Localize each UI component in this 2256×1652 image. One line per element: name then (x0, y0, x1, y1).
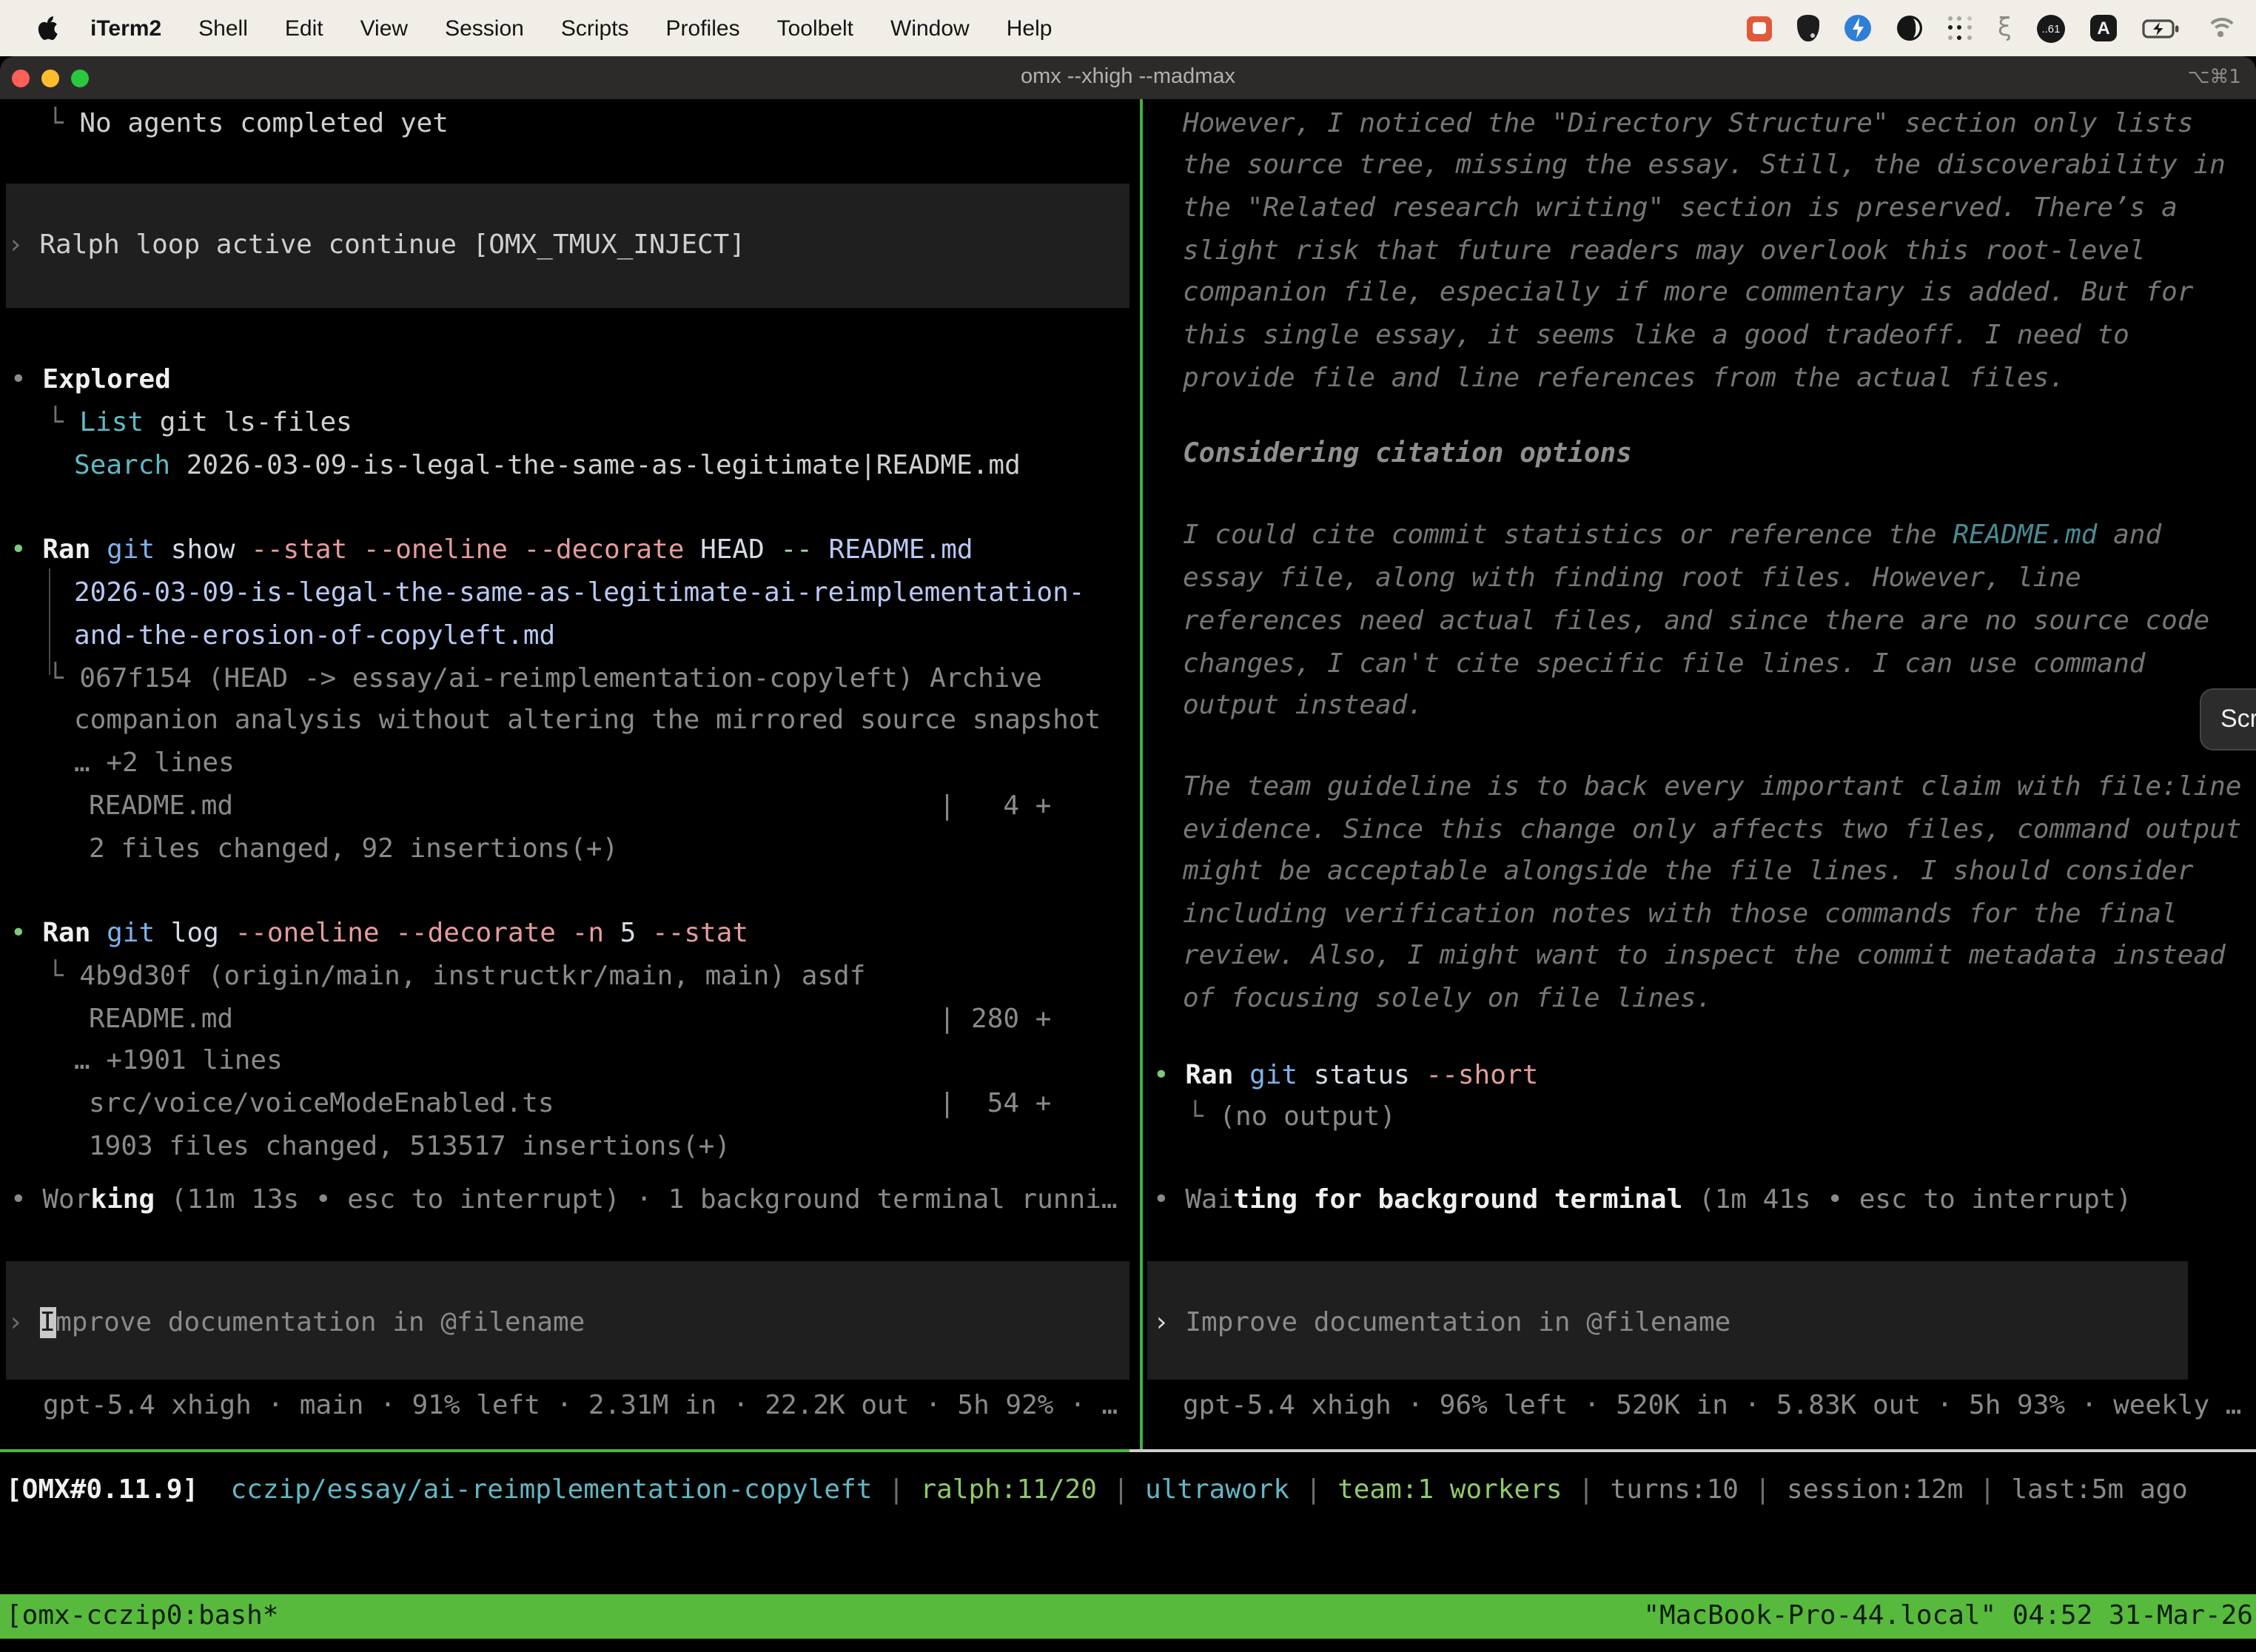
lightning-icon[interactable] (1844, 15, 1870, 41)
menu-bar: iTerm2 Shell Edit View Session Scripts P… (0, 0, 2256, 56)
diffstat-summary: 1903 files changed, 513517 insertions(+) (89, 1129, 731, 1165)
terminal-line: … +2 lines (74, 746, 235, 782)
ran-command-line: • Ran git status --short (1153, 1058, 1538, 1094)
terminal-line: Search 2026-03-09-is-legal-the-same-as-l… (74, 449, 1021, 484)
thinking-text: this single essay, it seems like a good … (1183, 318, 2129, 354)
pane-separator-left (0, 1449, 1129, 1452)
thinking-text: slight risk that future readers may over… (1183, 234, 2145, 269)
menu-item-toolbelt[interactable]: Toolbelt (777, 16, 853, 41)
thinking-text: changes, I can't cite specific file line… (1183, 647, 2145, 682)
squiggle-icon[interactable]: ξ (1998, 13, 2012, 43)
diffstat-line: src/voice/voiceModeEnabled.ts | 54 + (89, 1087, 1051, 1122)
tmux-host-clock: "MacBook-Pro-44.local" 04:52 31-Mar-26 (1643, 1594, 2253, 1639)
terminal-line: └ List git ls-files (47, 406, 352, 441)
shield-icon[interactable] (1796, 15, 1819, 41)
session-status-left: gpt-5.4 xhigh · main · 91% left · 2.31M … (43, 1389, 1118, 1424)
ran-command-line: • Ran git show --stat --oneline --decora… (10, 533, 973, 568)
terminal-line: and-the-erosion-of-copyleft.md (74, 619, 555, 654)
session-status-right: gpt-5.4 xhigh · 96% left · 520K in · 5.8… (1183, 1389, 2242, 1424)
terminal-line: └ 4b9d30f (origin/main, instructkr/main,… (47, 959, 865, 995)
menu-item-window[interactable]: Window (890, 16, 970, 41)
menu-status-icons: ξ ..61 A (1746, 13, 2235, 43)
waiting-status: • Waiting for background terminal (1m 41… (1153, 1183, 2132, 1218)
chat-icon[interactable] (1746, 16, 1771, 41)
thinking-heading: Considering citation options (1183, 437, 1632, 472)
thinking-text: including verification notes with those … (1183, 897, 2178, 933)
working-status: • Working (11m 13s • esc to interrupt) ·… (10, 1183, 1118, 1218)
menu-item-view[interactable]: View (360, 16, 409, 41)
menu-item-scripts[interactable]: Scripts (561, 16, 629, 41)
badge-61-icon[interactable]: ..61 (2037, 14, 2065, 42)
menu-item-profiles[interactable]: Profiles (666, 16, 740, 41)
window-title: omx --xhigh --madmax (0, 56, 2256, 99)
diffstat-line: README.md | 280 + (89, 1002, 1051, 1038)
wifi-icon[interactable] (2206, 17, 2235, 39)
thinking-text: However, I noticed the "Directory Struct… (1183, 107, 2193, 142)
thinking-text: essay file, along with finding root file… (1183, 561, 2081, 597)
pie-icon[interactable] (1896, 15, 1922, 41)
menu-items: iTerm2 Shell Edit View Session Scripts P… (90, 16, 1052, 41)
menu-item-iterm2[interactable]: iTerm2 (90, 16, 161, 41)
terminal-line: └ (no output) (1187, 1100, 1396, 1135)
title-bar[interactable]: omx --xhigh --madmax ⌥⌘1 (0, 56, 2256, 99)
thinking-text: I could cite commit statistics or refere… (1183, 518, 2161, 554)
terminal-line: companion analysis without altering the … (74, 703, 1101, 739)
menu-item-help[interactable]: Help (1007, 16, 1053, 41)
tmux-session-label: [omx-cczip0:bash* (6, 1594, 278, 1639)
ran-command-line: • Ran git log --oneline --decorate -n 5 … (10, 916, 748, 952)
thinking-text: of focusing solely on file lines. (1183, 981, 1712, 1017)
diffstat-line: README.md | 4 + (89, 789, 1051, 825)
thinking-text: the source tree, missing the essay. Stil… (1183, 148, 2226, 184)
terminal-line: └ 067f154 (HEAD -> essay/ai-reimplementa… (47, 662, 1042, 697)
terminal-line: 2026-03-09-is-legal-the-same-as-legitima… (74, 576, 1084, 611)
ralph-loop-status: › Ralph loop active continue [OMX_TMUX_I… (7, 228, 745, 263)
thinking-text: output instead. (1183, 688, 1423, 724)
thinking-text: review. Also, I might want to inspect th… (1183, 939, 2226, 974)
explored-header: • Explored (10, 363, 171, 398)
pane-divider[interactable] (1140, 99, 1143, 1449)
omx-status-line: [OMX#0.11.9] cczip/essay/ai-reimplementa… (6, 1473, 2188, 1508)
thinking-text: references need actual files, and since … (1183, 604, 2209, 639)
diffstat-summary: 2 files changed, 92 insertions(+) (89, 832, 618, 867)
tmux-status-bar: [omx-cczip0:bash* "MacBook-Pro-44.local"… (0, 1594, 2256, 1639)
terminal-line: └ No agents completed yet (47, 107, 449, 142)
menu-item-session[interactable]: Session (445, 16, 524, 41)
thinking-text: The team guideline is to back every impo… (1183, 770, 2242, 805)
terminal-line: … +1901 lines (74, 1044, 283, 1079)
desktop: iTerm2 Shell Edit View Session Scripts P… (0, 0, 2256, 1652)
thinking-text: the "Related research writing" section i… (1183, 191, 2178, 226)
tree-line (49, 568, 50, 675)
thinking-text: provide file and line references from th… (1183, 361, 2065, 397)
window-shortcut: ⌥⌘1 (2187, 56, 2241, 99)
thinking-text: might be acceptable alongside the file l… (1183, 854, 2193, 890)
prompt-input-right[interactable]: › Improve documentation in @filename (1153, 1306, 1730, 1341)
thinking-text: companion file, especially if more comme… (1183, 275, 2193, 311)
dots-grid-icon[interactable] (1947, 16, 1973, 41)
pane-separator-right (1129, 1449, 2256, 1452)
menu-item-edit[interactable]: Edit (285, 16, 323, 41)
keyboard-a-icon[interactable]: A (2090, 15, 2117, 41)
apple-icon[interactable] (36, 15, 58, 41)
thinking-text: evidence. Since this change only affects… (1183, 813, 2242, 848)
menu-item-shell[interactable]: Shell (198, 16, 248, 41)
screen-overlay-button[interactable]: Scre (2200, 688, 2256, 751)
prompt-input-left[interactable]: › Improve documentation in @filename (7, 1306, 585, 1341)
battery-icon[interactable] (2142, 19, 2181, 38)
